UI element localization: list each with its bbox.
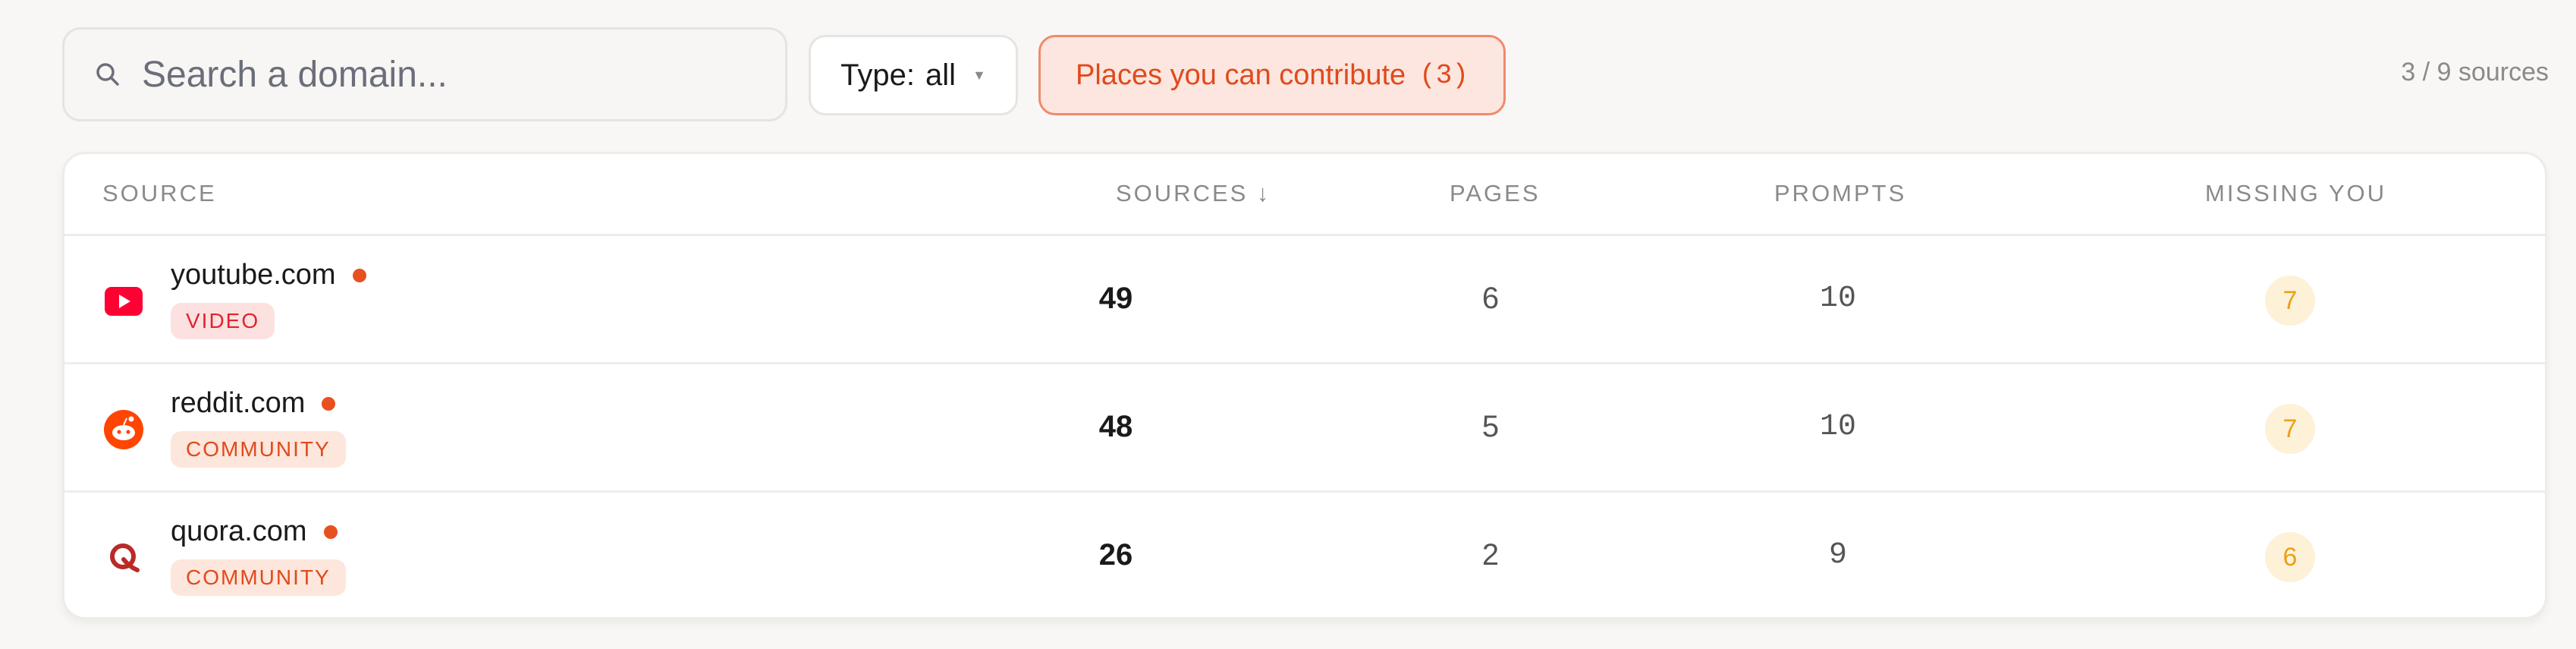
table-row[interactable]: youtube.com VIDEO 49 6 10 7 (64, 236, 2545, 364)
youtube-icon (104, 282, 143, 321)
source-type-badge: COMMUNITY (171, 431, 346, 468)
column-header-sources[interactable]: SOURCES ↓ (1116, 180, 1271, 207)
source-domain-label: youtube.com (171, 259, 336, 291)
sources-value: 48 (1098, 410, 1133, 443)
missing-you-badge: 6 (2265, 532, 2315, 582)
search-icon (95, 61, 121, 87)
prompts-value: 9 (1828, 538, 1848, 572)
source-type-badge: VIDEO (171, 303, 275, 339)
prompts-value: 10 (1819, 410, 1857, 444)
pages-value: 2 (1481, 538, 1500, 572)
type-filter-label: Type: (840, 58, 915, 92)
pages-value: 5 (1481, 410, 1500, 443)
table-row[interactable]: quora.com COMMUNITY 26 2 9 6 (64, 493, 2545, 617)
contribute-indicator-dot (322, 396, 336, 411)
source-type-badge: COMMUNITY (171, 559, 346, 596)
sources-value: 26 (1098, 538, 1133, 572)
contribute-indicator-dot (352, 268, 366, 282)
source-domain-label: reddit.com (171, 387, 306, 419)
pages-value: 6 (1481, 282, 1500, 315)
column-header-source[interactable]: SOURCE (102, 180, 217, 207)
sources-value: 49 (1098, 282, 1133, 315)
contribute-filter-button[interactable]: Places you can contribute (3) (1038, 35, 1506, 115)
source-domain-label: quora.com (171, 515, 307, 547)
source-domain[interactable]: quora.com (171, 515, 338, 548)
column-header-missing-you[interactable]: MISSING YOU (2205, 180, 2386, 207)
sources-count: 3 / 9 sources (2401, 58, 2549, 87)
reddit-icon (104, 410, 143, 449)
search-input[interactable] (140, 52, 735, 96)
prompts-value: 10 (1819, 282, 1857, 316)
search-box[interactable] (62, 27, 787, 121)
type-filter-dropdown[interactable]: Type: all ▼ (809, 35, 1018, 115)
quora-icon (104, 538, 143, 578)
column-header-pages[interactable]: PAGES (1450, 180, 1541, 207)
source-domain[interactable]: youtube.com (171, 259, 366, 291)
missing-you-badge: 7 (2265, 276, 2315, 326)
contribute-filter-label: Places you can contribute (1076, 58, 1406, 91)
column-header-prompts[interactable]: PROMPTS (1774, 180, 1906, 207)
missing-you-badge: 7 (2265, 404, 2315, 454)
sources-table: SOURCE SOURCES ↓ PAGES PROMPTS MISSING Y… (62, 152, 2547, 619)
chevron-down-icon: ▼ (972, 67, 986, 83)
contribute-indicator-dot (323, 525, 338, 539)
source-domain[interactable]: reddit.com (171, 387, 336, 420)
type-filter-value: all (925, 58, 957, 92)
table-header: SOURCE SOURCES ↓ PAGES PROMPTS MISSING Y… (64, 154, 2545, 236)
contribute-filter-count: (3) (1419, 59, 1469, 91)
table-row[interactable]: reddit.com COMMUNITY 48 5 10 7 (64, 364, 2545, 493)
